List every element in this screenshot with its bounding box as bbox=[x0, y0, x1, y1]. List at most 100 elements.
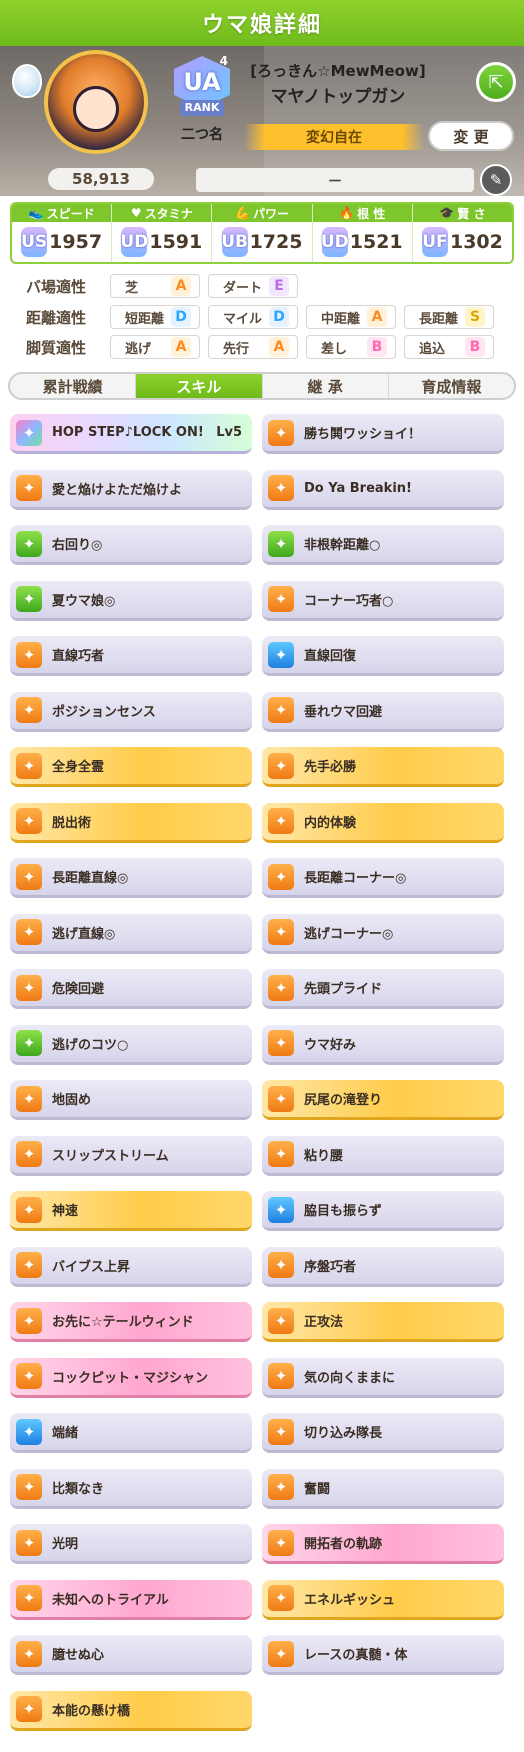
stat-label: パワー bbox=[252, 206, 289, 221]
skill-card[interactable]: ✦ 未知へのトライアル bbox=[10, 1579, 252, 1620]
skill-card[interactable]: ✦ 夏ウマ娘◎ bbox=[10, 580, 252, 621]
tab-skills[interactable]: スキル bbox=[136, 374, 263, 398]
skill-card[interactable]: ✦ 比類なき bbox=[10, 1468, 252, 1509]
skill-card[interactable]: ✦ HOP STEP♪LOCK ON! Lv5 bbox=[10, 414, 252, 454]
skill-icon: ✦ bbox=[268, 752, 294, 779]
skill-card[interactable]: ✦ 正攻法 bbox=[262, 1302, 504, 1342]
apt-name: 逃げ bbox=[125, 341, 152, 357]
title-bar: ウマ娘詳細 bbox=[0, 0, 524, 46]
skill-card[interactable]: ✦ 逃げコーナー◎ bbox=[262, 913, 504, 954]
character-portrait[interactable] bbox=[44, 50, 148, 154]
skill-name: 脇目も振らず bbox=[304, 1204, 382, 1219]
cap-icon: 🎓 bbox=[439, 206, 455, 220]
skill-card[interactable]: ✦ 非根幹距離○ bbox=[262, 525, 504, 565]
skill-name: 尻尾の滝登り bbox=[304, 1093, 383, 1108]
skill-card[interactable]: ✦ 脇目も振らず bbox=[262, 1191, 504, 1231]
skill-card[interactable]: ✦ 神速 bbox=[10, 1191, 252, 1231]
egg-icon[interactable] bbox=[12, 64, 42, 98]
apt-label: 距離適性 bbox=[26, 308, 87, 327]
skill-card[interactable]: ✦ 臆せぬ心 bbox=[10, 1635, 252, 1675]
skill-name: 光明 bbox=[52, 1537, 79, 1552]
skill-icon: ✦ bbox=[268, 1640, 294, 1667]
skill-card[interactable]: ✦ Do Ya Breakin! bbox=[262, 469, 504, 510]
skill-card[interactable]: ✦ 長距離コーナー◎ bbox=[262, 858, 504, 898]
skill-card[interactable]: ✦ 粘り腰 bbox=[262, 1135, 504, 1176]
skill-card[interactable]: ✦ 右回り◎ bbox=[10, 525, 252, 565]
skill-card[interactable]: ✦ スリップストリーム bbox=[10, 1135, 252, 1176]
skill-name: 垂れウマ回避 bbox=[304, 704, 383, 720]
skill-card[interactable]: ✦ 端緒 bbox=[10, 1413, 252, 1453]
stat-label: 賢 さ bbox=[457, 206, 486, 221]
skill-card[interactable]: ✦ 先頭プライド bbox=[262, 969, 504, 1009]
skill-name: 気の向くままに bbox=[304, 1370, 396, 1386]
muscle-icon: 💪 bbox=[235, 206, 250, 220]
stat-value: 1302 bbox=[449, 231, 503, 253]
skill-card[interactable]: ✦ 本能の懸け橋 bbox=[10, 1690, 252, 1731]
apt-grade: B bbox=[367, 337, 387, 357]
skill-card[interactable]: ✦ 全身全霊 bbox=[10, 747, 252, 787]
skill-card[interactable]: ✦ 勝ち鬨ワッショイ！ bbox=[262, 414, 504, 454]
skill-icon: ✦ bbox=[268, 1585, 294, 1611]
skill-card[interactable]: ✦ ウマ好み bbox=[262, 1024, 504, 1065]
skill-card[interactable]: ✦ 直線回復 bbox=[262, 636, 504, 676]
skill-card[interactable]: ✦ 気の向くままに bbox=[262, 1357, 504, 1398]
skill-card[interactable]: ✦ レースの真髄・体 bbox=[262, 1635, 504, 1675]
skill-card[interactable]: ✦ コーナー巧者○ bbox=[262, 580, 504, 621]
skill-name: 内的体験 bbox=[304, 815, 357, 831]
skill-card[interactable]: ✦ コックピット・マジシャン bbox=[10, 1357, 252, 1398]
skill-card[interactable]: ✦ 開拓者の軌跡 bbox=[262, 1524, 504, 1564]
skill-card[interactable]: ✦ バイブス上昇 bbox=[10, 1246, 252, 1287]
stat-power: 💪 パワー UB 1725 bbox=[212, 204, 313, 262]
skill-icon: ✦ bbox=[268, 1418, 294, 1445]
skill-name: ポジションセンス bbox=[52, 704, 156, 720]
change-button[interactable]: 変 更 bbox=[428, 121, 514, 151]
skill-card[interactable]: ✦ 直線巧者 bbox=[10, 636, 252, 676]
skill-card[interactable]: ✦ ポジションセンス bbox=[10, 691, 252, 732]
skill-name: HOP STEP♪LOCK ON! bbox=[52, 425, 204, 440]
skill-icon: ✦ bbox=[268, 1030, 294, 1056]
comment-bar: － bbox=[196, 168, 474, 192]
skill-card[interactable]: ✦ 尻尾の滝登り bbox=[262, 1080, 504, 1120]
track-aptitude-row: バ場適性 芝A ダート E bbox=[26, 274, 504, 298]
skill-icon: ✦ bbox=[16, 752, 42, 779]
skill-card[interactable]: ✦ 先手必勝 bbox=[262, 747, 504, 787]
skill-card[interactable]: ✦ エネルギッシュ bbox=[262, 1579, 504, 1620]
skill-card[interactable]: ✦ 内的体験 bbox=[262, 802, 504, 843]
skill-icon: ✦ bbox=[16, 1252, 42, 1278]
rank-label: RANK bbox=[180, 100, 224, 116]
skill-name: 切り込み隊長 bbox=[304, 1426, 383, 1441]
apt-name: 長距離 bbox=[419, 311, 459, 327]
stat-grade: UD bbox=[120, 227, 148, 257]
skill-icon: ✦ bbox=[268, 641, 294, 668]
skill-name: 序盤巧者 bbox=[304, 1259, 357, 1275]
skill-card[interactable]: ✦ 愛と焔けよただ焔けよ bbox=[10, 469, 252, 510]
skill-name: 直線巧者 bbox=[52, 649, 105, 664]
skill-card[interactable]: ✦ 逃げのコツ○ bbox=[10, 1024, 252, 1065]
stat-label: スピード bbox=[46, 206, 95, 221]
skill-card[interactable]: ✦ 逃げ直線◎ bbox=[10, 913, 252, 954]
skill-card[interactable]: ✦ 長距離直線◎ bbox=[10, 858, 252, 898]
skill-card[interactable]: ✦ 奮闘 bbox=[262, 1468, 504, 1509]
edit-button[interactable]: ✎ bbox=[480, 164, 512, 196]
share-button[interactable]: ⇱ bbox=[476, 62, 516, 102]
skill-card[interactable]: ✦ 地固め bbox=[10, 1080, 252, 1120]
skill-icon: ✦ bbox=[16, 697, 42, 723]
skill-card[interactable]: ✦ お先に☆テールウィンド bbox=[10, 1302, 252, 1342]
skill-card[interactable]: ✦ 光明 bbox=[10, 1524, 252, 1564]
skill-card[interactable]: ✦ 序盤巧者 bbox=[262, 1246, 504, 1287]
skill-card[interactable]: ✦ 脱出術 bbox=[10, 802, 252, 843]
skill-card[interactable]: ✦ 危険回避 bbox=[10, 969, 252, 1009]
tab-race-record[interactable]: 累計戦績 bbox=[10, 374, 137, 398]
skill-card[interactable]: ✦ 切り込み隊長 bbox=[262, 1413, 504, 1453]
skill-level: Lv5 bbox=[216, 425, 242, 440]
skill-icon: ✦ bbox=[268, 974, 294, 1001]
stat-grade: UB bbox=[221, 227, 248, 257]
apt-cell: 芝A bbox=[110, 274, 200, 298]
tab-training-info[interactable]: 育成情報 bbox=[389, 374, 514, 398]
stat-grade: US bbox=[21, 227, 47, 257]
apt-grade: B bbox=[465, 337, 485, 357]
tab-inheritance[interactable]: 継 承 bbox=[263, 374, 389, 398]
character-name: マヤノトップガン bbox=[270, 87, 406, 107]
skill-card[interactable]: ✦ 垂れウマ回避 bbox=[262, 691, 504, 732]
skill-icon: ✦ bbox=[268, 1474, 294, 1500]
